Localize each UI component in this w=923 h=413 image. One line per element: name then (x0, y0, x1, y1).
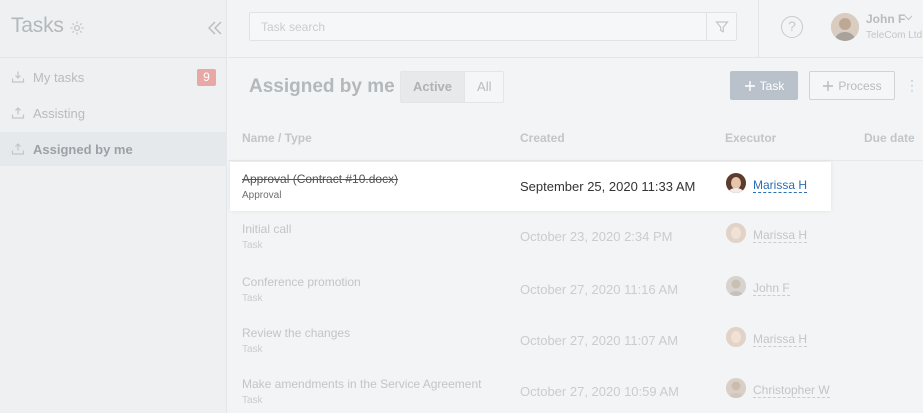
executor-link[interactable]: Marissa H (753, 333, 808, 347)
inbox-out-icon (11, 107, 25, 119)
executor-avatar-image (726, 223, 746, 243)
user-company: TeleCom Ltd (866, 30, 923, 41)
avatar (726, 173, 746, 193)
sidebar-item-label: Assisting (33, 105, 86, 121)
tasks-count-badge: 9 (197, 69, 216, 86)
task-name[interactable]: Initial call (242, 222, 291, 236)
task-created: October 27, 2020 11:07 AM (520, 333, 679, 348)
add-process-label: Process (838, 78, 882, 93)
gear-icon[interactable] (69, 20, 85, 36)
task-created: September 25, 2020 11:33 AM (520, 179, 696, 194)
avatar (726, 223, 746, 243)
executor-avatar-image (726, 173, 746, 193)
column-header-created[interactable]: Created (520, 131, 565, 145)
plus-icon (823, 80, 834, 91)
sidebar-item-label: My tasks (33, 69, 85, 85)
help-icon[interactable]: ? (781, 16, 803, 38)
tab-active[interactable]: Active (401, 72, 465, 102)
add-task-label: Task (759, 78, 785, 93)
sidebar-item-assisting[interactable]: Assisting (0, 96, 227, 130)
status-filter-tabs: Active All (400, 71, 505, 103)
search-placeholder: Task search (261, 20, 326, 34)
table-row[interactable]: Make amendments in the Service Agreement… (230, 367, 923, 413)
task-type: Task (242, 293, 263, 304)
task-created: October 27, 2020 10:59 AM (520, 384, 679, 399)
top-header: Task search ? John F TeleCom Ltd (228, 0, 923, 58)
avatar (726, 276, 746, 296)
collapse-sidebar-icon[interactable] (204, 17, 226, 39)
task-created: October 27, 2020 11:16 AM (520, 282, 679, 297)
task-type: Task (242, 240, 263, 251)
plus-icon (744, 80, 755, 91)
task-name[interactable]: Review the changes (242, 326, 350, 340)
executor-link[interactable]: John F (753, 282, 790, 296)
task-type: Task (242, 344, 263, 355)
user-name[interactable]: John F (866, 12, 905, 26)
search-input[interactable]: Task search (249, 12, 737, 41)
avatar (726, 327, 746, 347)
page-title: Assigned by me (249, 76, 395, 97)
filter-button[interactable] (706, 13, 736, 40)
user-avatar-image (831, 13, 859, 41)
column-header-executor[interactable]: Executor (725, 131, 776, 145)
executor-link[interactable]: Marissa H (753, 179, 808, 193)
column-header-due-date[interactable]: Due date (864, 131, 915, 145)
avatar (726, 378, 746, 398)
task-created: October 23, 2020 2:34 PM (520, 229, 673, 244)
executor-avatar-image (726, 276, 746, 296)
task-name[interactable]: Approval (Contract #10.docx) (242, 172, 398, 186)
sidebar-item-my-tasks[interactable]: My tasks 9 (0, 60, 227, 94)
executor-avatar-image (726, 378, 746, 398)
sidebar: Tasks My tasks 9 Assisting Assigned by m… (0, 0, 227, 413)
table-row[interactable]: Approval (Contract #10.docx) Approval Se… (230, 162, 831, 211)
sidebar-divider (0, 57, 227, 58)
chevron-down-icon[interactable] (904, 15, 913, 21)
table-divider (228, 160, 923, 161)
app-title: Tasks (11, 14, 64, 37)
table-row[interactable]: Conference promotion Task October 27, 20… (230, 265, 923, 314)
filter-icon (714, 20, 729, 33)
tab-all[interactable]: All (464, 72, 503, 102)
table-row[interactable]: Review the changes Task October 27, 2020… (230, 316, 923, 365)
sidebar-item-label: Assigned by me (33, 141, 133, 157)
inbox-up-icon (11, 143, 25, 155)
header-separator (758, 0, 759, 58)
task-type: Task (242, 395, 263, 406)
more-options-icon[interactable]: ⋮ (905, 77, 919, 95)
inbox-icon (11, 71, 25, 83)
task-name[interactable]: Conference promotion (242, 275, 361, 289)
add-task-button[interactable]: Task (730, 71, 798, 100)
executor-link[interactable]: Christopher W (753, 384, 830, 398)
avatar[interactable] (831, 13, 859, 41)
sidebar-item-assigned-by-me[interactable]: Assigned by me (0, 132, 227, 166)
add-process-button[interactable]: Process (809, 71, 895, 100)
table-row[interactable]: Initial call Task October 23, 2020 2:34 … (230, 212, 923, 261)
task-type: Approval (242, 190, 282, 201)
executor-link[interactable]: Marissa H (753, 229, 808, 243)
executor-avatar-image (726, 327, 746, 347)
task-name[interactable]: Make amendments in the Service Agreement (242, 377, 481, 391)
column-header-name[interactable]: Name / Type (242, 131, 312, 145)
